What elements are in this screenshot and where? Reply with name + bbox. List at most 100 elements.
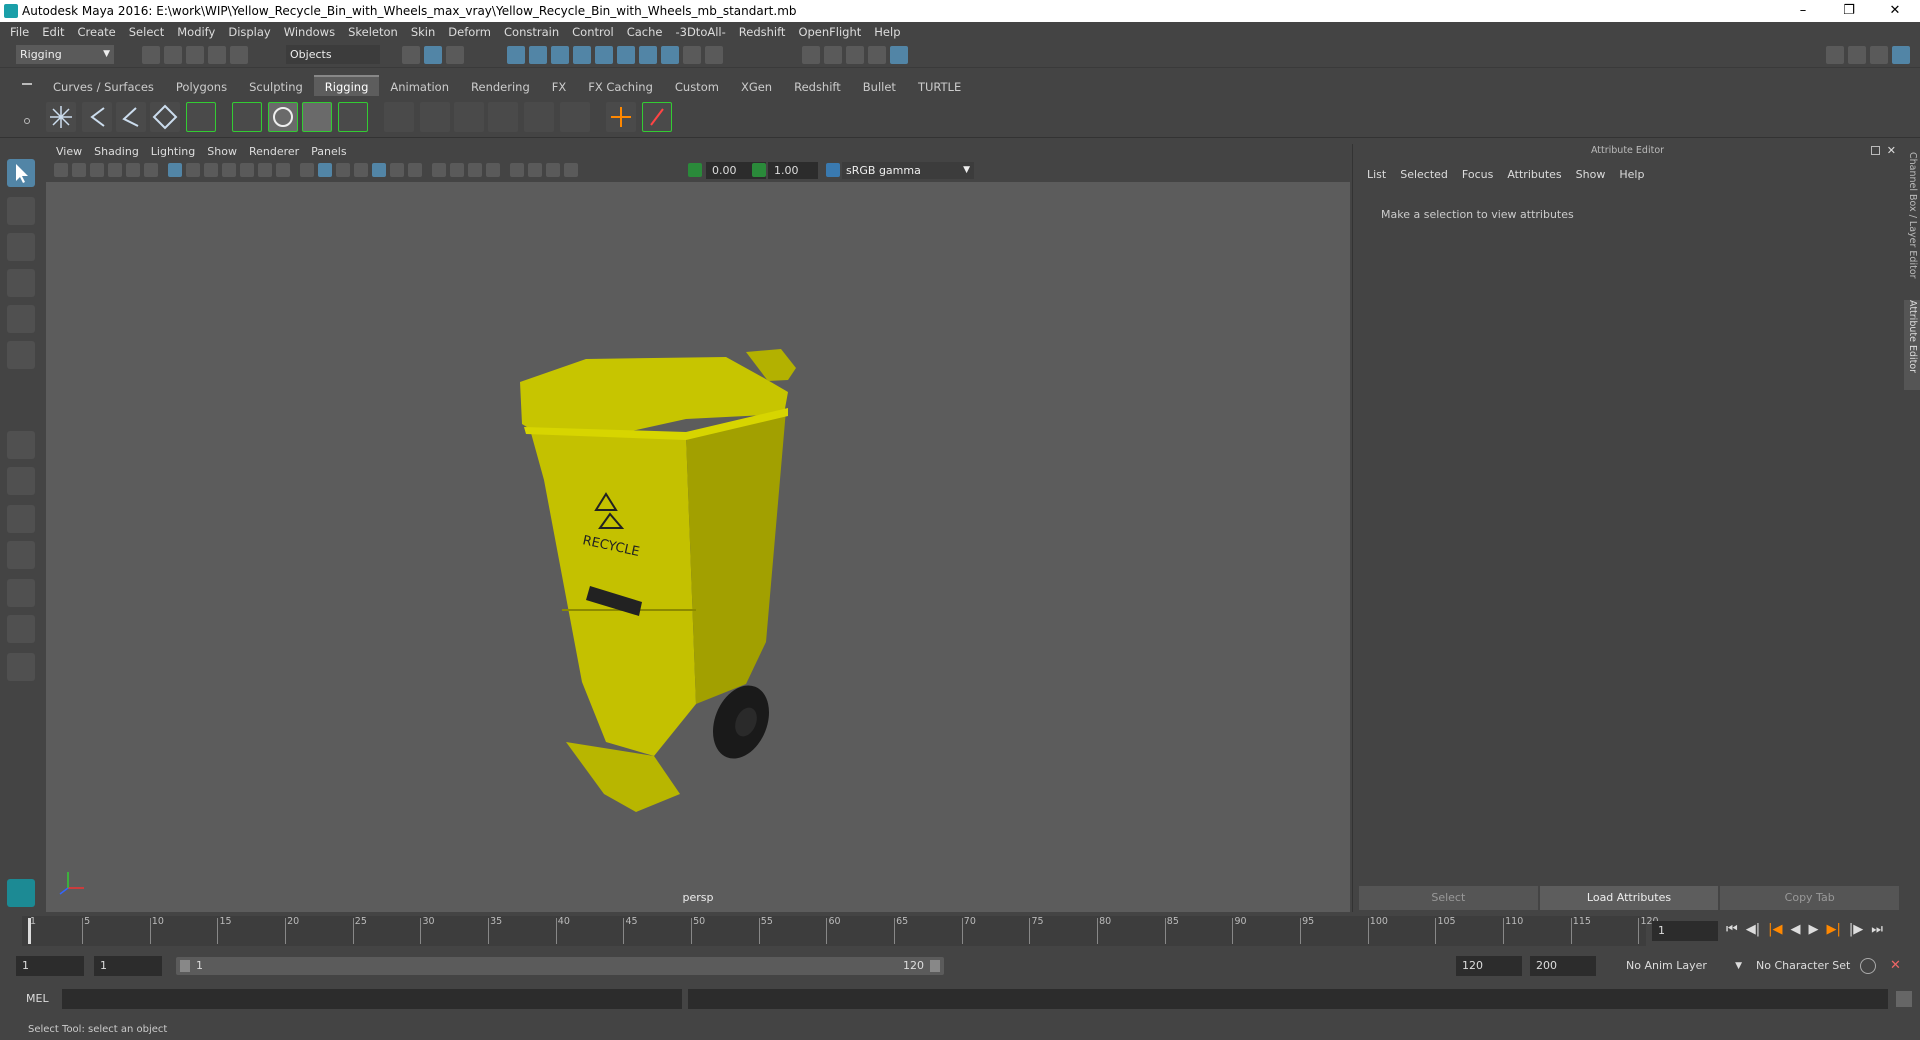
panel-menu-show[interactable]: Show (207, 144, 237, 160)
question-icon[interactable] (661, 46, 679, 64)
xray-active-icon[interactable] (546, 163, 560, 177)
hypershade-icon[interactable] (890, 46, 908, 64)
range-slider[interactable]: 1 120 (176, 957, 944, 975)
open-scene-icon[interactable] (164, 46, 182, 64)
maya-home-icon[interactable] (7, 879, 35, 907)
exposure-icon[interactable] (688, 163, 702, 177)
smooth-shade-icon[interactable] (318, 163, 332, 177)
snap-mesh-icon[interactable] (617, 46, 635, 64)
load-attributes-button[interactable]: Load Attributes (1539, 886, 1719, 910)
attr-menu-help[interactable]: Help (1619, 168, 1644, 181)
go-to-end-icon[interactable]: ⏭ (1871, 922, 1883, 937)
attr-menu-focus[interactable]: Focus (1462, 168, 1493, 181)
move-tool-icon[interactable] (7, 269, 35, 297)
animation-start-field[interactable]: 1 (16, 956, 84, 976)
undo-icon[interactable] (208, 46, 226, 64)
go-to-start-icon[interactable]: ⏮ (1726, 922, 1738, 937)
soft-select-icon[interactable] (705, 46, 723, 64)
menu-set-dropdown[interactable]: Rigging ▼ (16, 45, 114, 64)
attr-menu-selected[interactable]: Selected (1400, 168, 1448, 181)
channel-box-toggle-icon[interactable] (1892, 46, 1910, 64)
menu-modify[interactable]: Modify (177, 22, 215, 42)
select-by-hierarchy-icon[interactable] (402, 46, 420, 64)
step-back-key-icon[interactable]: |◀ (1768, 922, 1782, 937)
smooth-bind-icon[interactable] (268, 102, 298, 132)
shelf-tab-redshift[interactable]: Redshift (783, 77, 852, 97)
menu-redshift[interactable]: Redshift (739, 22, 786, 42)
menu-3dtoall[interactable]: -3DtoAll- (675, 22, 725, 42)
shelf-tab-polygons[interactable]: Polygons (165, 77, 238, 97)
quick-rig-icon[interactable] (150, 102, 180, 132)
range-start-handle[interactable] (180, 960, 190, 972)
current-frame-field[interactable]: 1 (1652, 921, 1718, 941)
color-management-icon[interactable] (826, 163, 840, 177)
xray-joints-icon[interactable] (564, 163, 578, 177)
float-panel-icon[interactable] (1871, 146, 1880, 155)
image-plane-icon[interactable] (108, 163, 122, 177)
default-material-icon[interactable] (336, 163, 350, 177)
menu-constrain[interactable]: Constrain (504, 22, 559, 42)
snap-grid-icon[interactable] (507, 46, 525, 64)
panel-menu-panels[interactable]: Panels (311, 144, 346, 160)
safe-action-icon[interactable] (258, 163, 272, 177)
safe-title-icon[interactable] (276, 163, 290, 177)
film-gate-icon[interactable] (186, 163, 200, 177)
channel-box-tab[interactable]: Channel Box / Layer Editor (1905, 152, 1919, 292)
attr-menu-attributes[interactable]: Attributes (1507, 168, 1561, 181)
bookmark-icon[interactable] (90, 163, 104, 177)
anti-aliasing-icon[interactable] (468, 163, 482, 177)
ipr-render-icon[interactable] (846, 46, 864, 64)
point-constraint-icon[interactable] (606, 102, 636, 132)
render-settings-icon[interactable] (868, 46, 886, 64)
persp-hypershade-layout-icon[interactable] (7, 579, 35, 607)
scale-tool-icon[interactable] (7, 341, 35, 369)
select-by-component-icon[interactable] (446, 46, 464, 64)
interactive-bind-icon[interactable] (302, 102, 332, 132)
wireframe-on-shaded-icon[interactable] (354, 163, 368, 177)
menu-create[interactable]: Create (78, 22, 116, 42)
menu-cache[interactable]: Cache (627, 22, 663, 42)
select-button[interactable]: Select (1359, 886, 1538, 910)
time-ruler[interactable]: 1 5 10 15 20 25 30 35 40 45 50 55 60 65 70 75 80 85 90 95 10… (22, 916, 1659, 946)
animation-prefs-icon[interactable]: ✕ (1890, 958, 1906, 974)
auto-key-icon[interactable] (1860, 958, 1876, 974)
menu-skin[interactable]: Skin (411, 22, 435, 42)
select-tool-icon[interactable] (7, 159, 35, 187)
redo-icon[interactable] (230, 46, 248, 64)
save-scene-icon[interactable] (186, 46, 204, 64)
ambient-occlusion-icon[interactable] (432, 163, 446, 177)
anim-layer-dropdown[interactable]: No Anim Layer ▼ (1620, 956, 1744, 976)
field-chart-icon[interactable] (240, 163, 254, 177)
shelf-tab-animation[interactable]: Animation (379, 77, 460, 97)
current-time-marker[interactable] (28, 918, 31, 944)
custom-layout-icon[interactable] (7, 653, 35, 681)
textured-icon[interactable] (372, 163, 386, 177)
character-set-dropdown[interactable]: No Character Set (1750, 956, 1874, 976)
mel-input[interactable] (62, 989, 682, 1009)
persp-graph-layout-icon[interactable] (7, 541, 35, 569)
modeling-toolkit-icon[interactable] (1826, 46, 1844, 64)
snap-view-plane-icon[interactable] (573, 46, 591, 64)
shelf-tab-xgen[interactable]: XGen (730, 77, 783, 97)
panel-menu-renderer[interactable]: Renderer (249, 144, 299, 160)
shadows-icon[interactable] (408, 163, 422, 177)
close-icon[interactable]: ✕ (1872, 0, 1918, 22)
grid-icon[interactable] (168, 163, 182, 177)
wireframe-icon[interactable] (300, 163, 314, 177)
playback-start-field[interactable]: 1 (94, 956, 162, 976)
grease-pencil-icon[interactable] (144, 163, 158, 177)
shelf-tab-turtle[interactable]: TURTLE (907, 77, 972, 97)
shelf-tab-bullet[interactable]: Bullet (852, 77, 907, 97)
animation-end-field[interactable]: 200 (1530, 956, 1596, 976)
menu-control[interactable]: Control (572, 22, 614, 42)
new-scene-icon[interactable] (142, 46, 160, 64)
colorspace-dropdown[interactable]: sRGB gamma ▼ (842, 162, 974, 179)
motion-blur-icon[interactable] (450, 163, 464, 177)
panel-menu-shading[interactable]: Shading (94, 144, 139, 160)
wire-deformer-icon[interactable] (524, 102, 554, 132)
use-all-lights-icon[interactable] (390, 163, 404, 177)
selection-mode-dropdown[interactable]: Objects (286, 45, 380, 64)
rotate-tool-icon[interactable] (7, 305, 35, 333)
depth-of-field-icon[interactable] (486, 163, 500, 177)
menu-deform[interactable]: Deform (448, 22, 491, 42)
